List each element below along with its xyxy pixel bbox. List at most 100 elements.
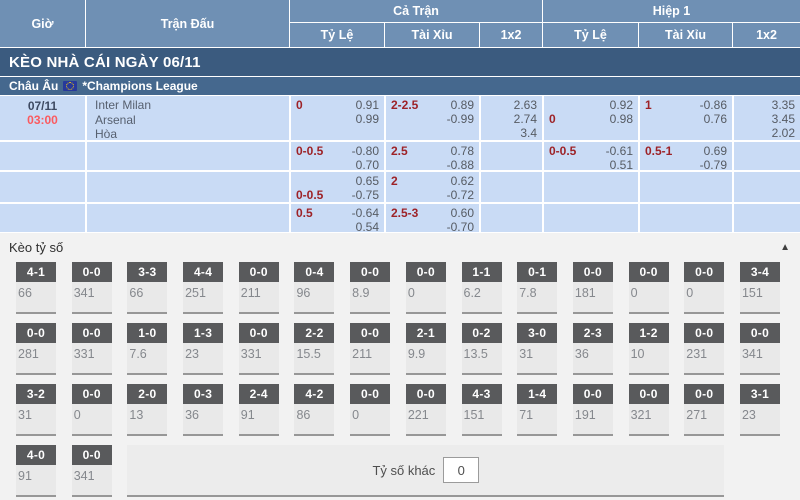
score-cell[interactable]: 2-19.9	[406, 323, 446, 375]
ft-over-under-cell[interactable]: 20.62-0.72	[386, 172, 479, 202]
h1-over-under-cell[interactable]	[640, 172, 732, 202]
score-cell[interactable]: 4-4251	[183, 262, 223, 314]
h1-over-under-cell[interactable]: 0.5-10.69-0.79	[640, 142, 732, 170]
score-row: 4-166 0-0341 3-366 4-4251 0-0211 0-496 0-08.9 0…	[0, 262, 800, 314]
h1-handicap-cell-line-1	[549, 174, 633, 188]
h1-over-under-cell[interactable]: 1-0.860.76	[640, 96, 732, 140]
h1-1x2-cell[interactable]	[734, 142, 800, 170]
score-chip: 1-3	[183, 323, 223, 343]
score-cell[interactable]: 0-0231	[684, 323, 724, 375]
ft-over-under-cell[interactable]: 2-2.50.89-0.99	[386, 96, 479, 140]
score-cell[interactable]: 0-08.9	[350, 262, 390, 314]
score-cell[interactable]: 0-0271	[684, 384, 724, 436]
h1-1x2-cell[interactable]	[734, 204, 800, 232]
ft-handicap-cell-line-1: 0.5-0.64	[296, 206, 379, 220]
score-odds: 31	[517, 343, 557, 361]
score-cell[interactable]: 0-0211	[350, 323, 390, 375]
ft-over-under-cell-handicap-label: 2-2.5	[391, 98, 418, 112]
other-score-input[interactable]	[443, 457, 479, 483]
score-cell[interactable]: 0-00	[406, 262, 446, 314]
score-cell[interactable]: 3-123	[740, 384, 780, 436]
score-cell[interactable]: 0-0341	[740, 323, 780, 375]
collapse-up-icon[interactable]: ▲	[780, 242, 790, 253]
score-cell[interactable]: 0-0341	[72, 262, 112, 314]
score-cell[interactable]: 4-166	[16, 262, 56, 314]
score-cell[interactable]: 3-366	[127, 262, 167, 314]
h1-handicap-cell-line-1	[549, 206, 633, 220]
h1-over-under-cell-line-1	[645, 174, 727, 188]
ft-handicap-cell[interactable]: 00.910.99	[291, 96, 384, 140]
column-header-match: Trận Đấu	[86, 0, 289, 47]
score-chip: 0-0	[72, 384, 112, 404]
h1-handicap-cell-line-2	[549, 220, 633, 232]
league-region-label: Châu Âu	[9, 79, 58, 93]
score-cell[interactable]: 0-0341	[72, 445, 112, 497]
h1-over-under-cell[interactable]	[640, 204, 732, 232]
score-cell[interactable]: 4-286	[294, 384, 334, 436]
score-cell[interactable]: 0-0331	[239, 323, 279, 375]
score-cell[interactable]: 0-0321	[629, 384, 669, 436]
match-time-cell	[0, 172, 85, 202]
ft-1x2-cell[interactable]	[481, 142, 542, 170]
score-chip: 0-0	[239, 262, 279, 282]
score-cell[interactable]: 0-0211	[239, 262, 279, 314]
score-cell[interactable]: 2-013	[127, 384, 167, 436]
score-cell[interactable]: 0-00	[684, 262, 724, 314]
score-cell[interactable]: 3-231	[16, 384, 56, 436]
ft-handicap-cell-odds-value: 0.54	[356, 220, 379, 232]
score-cell[interactable]: 0-0281	[16, 323, 56, 375]
day-banner-title: KÈO NHÀ CÁI NGÀY 06/11	[9, 54, 201, 71]
ft-1x2-cell[interactable]: 2.632.743.4	[481, 96, 542, 140]
score-cell[interactable]: 2-336	[573, 323, 613, 375]
score-cell[interactable]: 3-031	[517, 323, 557, 375]
h1-1x2-cell[interactable]	[734, 172, 800, 202]
score-cell[interactable]: 0-17.8	[517, 262, 557, 314]
score-cell[interactable]: 0-00	[350, 384, 390, 436]
ft-over-under-cell[interactable]: 2.50.78-0.88	[386, 142, 479, 170]
score-chip: 0-0	[350, 384, 390, 404]
league-header[interactable]: Châu Âu *Champions League	[0, 77, 800, 95]
score-cell[interactable]: 1-323	[183, 323, 223, 375]
h1-handicap-cell[interactable]	[544, 204, 638, 232]
ft-handicap-cell[interactable]: 0.650-0.5-0.75	[291, 172, 384, 202]
score-cell[interactable]: 0-496	[294, 262, 334, 314]
ft-over-under-cell-handicap-label: 2.5	[391, 144, 408, 158]
ft-1x2-cell[interactable]	[481, 204, 542, 232]
score-odds: 271	[684, 404, 724, 422]
score-cell[interactable]: 4-091	[16, 445, 56, 497]
score-cell[interactable]: 0-0181	[573, 262, 613, 314]
score-cell[interactable]: 2-215.5	[294, 323, 334, 375]
h1-handicap-cell-line-2: 00.98	[549, 112, 633, 126]
score-odds: 0	[684, 282, 724, 300]
score-cell[interactable]: 0-0331	[72, 323, 112, 375]
odds-table-header: Giờ Trận Đấu Cả Trận Hiệp 1 Tỷ Lệ Tài Xỉ…	[0, 0, 800, 47]
column-header-ft-handicap: Tỷ Lệ	[290, 23, 384, 47]
h1-over-under-cell-line-2: -0.79	[645, 158, 727, 170]
score-cell[interactable]: 1-471	[517, 384, 557, 436]
score-cell[interactable]: 0-213.5	[462, 323, 502, 375]
score-cell[interactable]: 0-0221	[406, 384, 446, 436]
score-cell[interactable]: 0-00	[629, 262, 669, 314]
score-cell[interactable]: 1-16.2	[462, 262, 502, 314]
score-odds: 191	[573, 404, 613, 422]
score-cell[interactable]: 1-07.6	[127, 323, 167, 375]
score-cell[interactable]: 0-0191	[573, 384, 613, 436]
h1-handicap-cell[interactable]	[544, 172, 638, 202]
h1-over-under-cell-handicap-label: 0.5-1	[645, 144, 672, 158]
ft-1x2-cell[interactable]	[481, 172, 542, 202]
ft-handicap-cell[interactable]: 0.5-0.640.54	[291, 204, 384, 232]
ft-over-under-cell[interactable]: 2.5-30.60-0.70	[386, 204, 479, 232]
h1-handicap-cell[interactable]: 0-0.5-0.610.51	[544, 142, 638, 170]
score-cell[interactable]: 2-491	[239, 384, 279, 436]
score-cell[interactable]: 3-4151	[740, 262, 780, 314]
ft-handicap-cell-odds-value: 0.70	[356, 158, 379, 170]
h1-handicap-cell-odds-value: 0.98	[610, 112, 633, 126]
ft-handicap-cell[interactable]: 0-0.5-0.800.70	[291, 142, 384, 170]
h1-handicap-cell-line-1: 0-0.5-0.61	[549, 144, 633, 158]
score-cell[interactable]: 0-00	[72, 384, 112, 436]
h1-1x2-cell[interactable]: 3.353.452.02	[734, 96, 800, 140]
score-cell[interactable]: 4-3151	[462, 384, 502, 436]
score-cell[interactable]: 1-210	[629, 323, 669, 375]
h1-handicap-cell[interactable]: 0.9200.98	[544, 96, 638, 140]
score-cell[interactable]: 0-336	[183, 384, 223, 436]
